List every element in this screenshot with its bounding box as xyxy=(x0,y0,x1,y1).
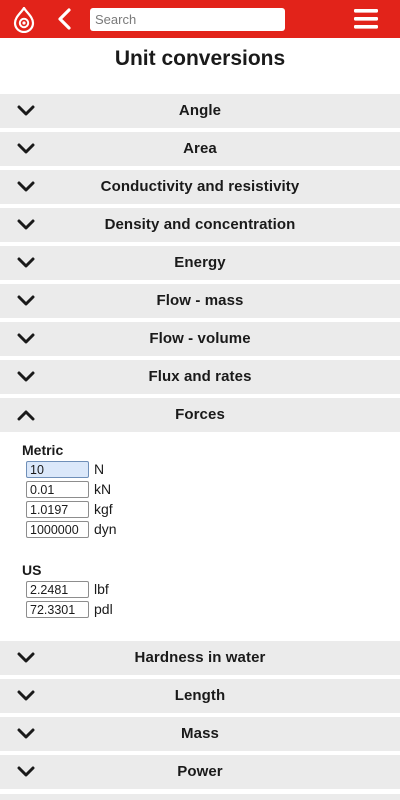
unit-label: dyn xyxy=(94,521,117,537)
water-drop-logo-icon[interactable] xyxy=(12,7,36,33)
category-label: Flow - mass xyxy=(156,292,244,309)
category-label: Density and concentration xyxy=(104,216,296,233)
category-label: Power xyxy=(177,763,223,780)
conversion-category-list: Angle Area Conductivity and resistivity … xyxy=(0,94,400,793)
category-row-flow-volume[interactable]: Flow - volume xyxy=(0,322,400,356)
unit-label: N xyxy=(94,461,105,477)
category-label: Flux and rates xyxy=(148,368,252,385)
category-label: Length xyxy=(174,687,226,704)
category-label: Angle xyxy=(178,102,222,119)
category-row-flux-rates[interactable]: Flux and rates xyxy=(0,360,400,394)
value-input-lbf[interactable] xyxy=(26,581,89,598)
value-input-n[interactable] xyxy=(26,461,89,478)
category-row-hardness[interactable]: Hardness in water xyxy=(0,641,400,675)
chevron-left-icon[interactable] xyxy=(55,8,75,30)
category-row-angle[interactable]: Angle xyxy=(0,94,400,128)
group-title-metric: Metric xyxy=(22,442,64,458)
top-app-bar xyxy=(0,0,400,38)
category-row-power[interactable]: Power xyxy=(0,755,400,789)
category-label: Conductivity and resistivity xyxy=(100,178,300,195)
category-label: Hardness in water xyxy=(134,649,266,666)
next-row-edge xyxy=(0,794,400,800)
group-title-us: US xyxy=(22,562,42,578)
category-row-energy[interactable]: Energy xyxy=(0,246,400,280)
category-row-flow-mass[interactable]: Flow - mass xyxy=(0,284,400,318)
category-row-forces[interactable]: Forces xyxy=(0,398,400,432)
page-title: Unit conversions xyxy=(114,47,286,70)
value-input-dyn[interactable] xyxy=(26,521,89,538)
category-row-conductivity[interactable]: Conductivity and resistivity xyxy=(0,170,400,204)
unit-label: kgf xyxy=(94,501,113,517)
category-label: Forces xyxy=(175,406,225,423)
value-input-pdl[interactable] xyxy=(26,601,89,618)
unit-label: pdl xyxy=(94,601,113,617)
category-label: Flow - volume xyxy=(149,330,251,347)
category-row-density[interactable]: Density and concentration xyxy=(0,208,400,242)
category-row-length[interactable]: Length xyxy=(0,679,400,713)
value-input-kn[interactable] xyxy=(26,481,89,498)
unit-label: lbf xyxy=(94,581,109,597)
category-row-area[interactable]: Area xyxy=(0,132,400,166)
value-input-kgf[interactable] xyxy=(26,501,89,518)
category-row-mass[interactable]: Mass xyxy=(0,717,400,751)
hamburger-menu-icon[interactable] xyxy=(353,8,379,30)
category-label: Area xyxy=(183,140,217,157)
forces-panel: Metric N kN kgf dyn US lbf pdl xyxy=(0,432,400,637)
category-label: Energy xyxy=(174,254,226,271)
search-input[interactable] xyxy=(90,8,285,31)
unit-label: kN xyxy=(94,481,112,497)
category-label: Mass xyxy=(181,725,219,742)
